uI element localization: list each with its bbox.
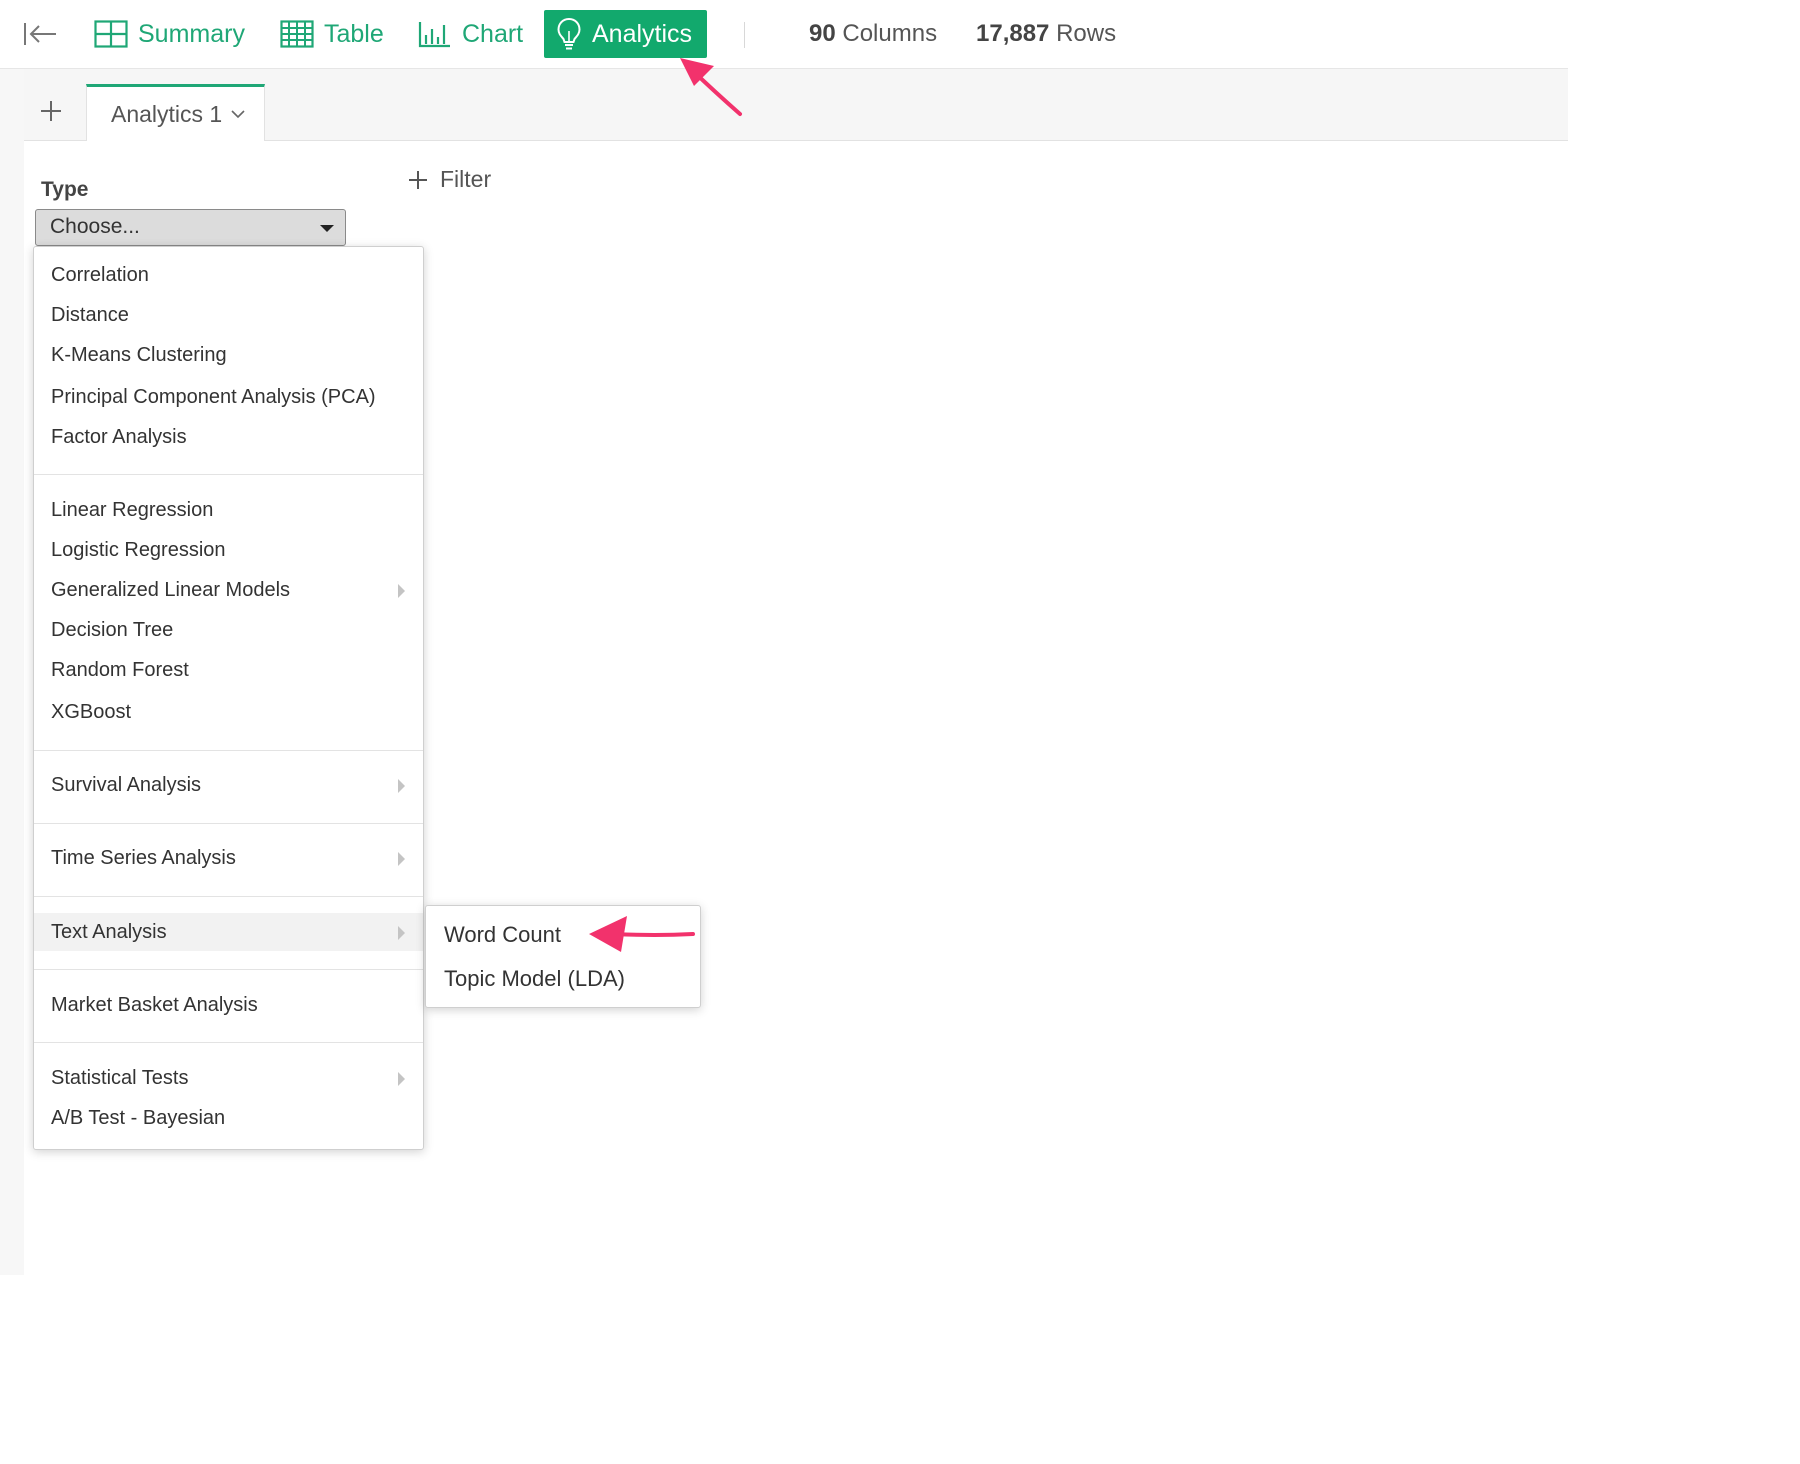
menu-item-k-means-clustering[interactable]: K-Means Clustering <box>34 336 423 374</box>
menu-item-label: Correlation <box>51 263 149 286</box>
summary-grid-icon <box>94 20 128 48</box>
menu-item-ab-test-bayesian[interactable]: A/B Test - Bayesian <box>34 1099 423 1137</box>
menu-item-label: XGBoost <box>51 700 132 723</box>
menu-item-label: Principal Component Analysis (PCA) <box>51 385 376 408</box>
filter-label: Filter <box>440 166 492 192</box>
menu-separator <box>34 896 423 897</box>
columns-count: 90 <box>809 20 836 47</box>
menu-item-text-analysis[interactable]: Text Analysis <box>34 913 423 951</box>
bar-chart-icon <box>418 22 450 48</box>
menu-separator <box>34 969 423 970</box>
menu-item-xgboost[interactable]: XGBoost <box>34 693 423 731</box>
tab-chart[interactable]: Chart <box>418 10 523 58</box>
type-dropdown-menu: Correlation Distance K-Means Clustering … <box>33 246 424 1150</box>
submenu-arrow-icon <box>398 584 405 598</box>
tab-table-label: Table <box>324 19 384 48</box>
menu-item-decision-tree[interactable]: Decision Tree <box>34 611 423 649</box>
submenu-arrow-icon <box>398 852 405 866</box>
columns-stat: 90 Columns <box>809 20 937 48</box>
menu-item-logistic-regression[interactable]: Logistic Regression <box>34 531 423 569</box>
menu-item-label: Decision Tree <box>51 618 174 641</box>
rows-count: 17,887 <box>976 20 1050 47</box>
menu-item-distance[interactable]: Distance <box>34 296 423 334</box>
menu-item-pca[interactable]: Principal Component Analysis (PCA) <box>34 378 423 416</box>
menu-item-correlation[interactable]: Correlation <box>34 256 423 294</box>
menu-item-random-forest[interactable]: Random Forest <box>34 651 423 689</box>
submenu-item-word-count[interactable]: Word Count <box>426 916 700 954</box>
tab-analytics-1[interactable]: Analytics 1 <box>86 84 265 141</box>
menu-item-label: Text Analysis <box>51 920 167 943</box>
tab-summary[interactable]: Summary <box>94 10 245 58</box>
menu-item-label: Distance <box>51 303 129 326</box>
table-icon <box>280 20 314 48</box>
menu-item-factor-analysis[interactable]: Factor Analysis <box>34 418 423 456</box>
menu-item-survival-analysis[interactable]: Survival Analysis <box>34 766 423 804</box>
text-analysis-submenu: Word Count Topic Model (LDA) <box>425 905 701 1008</box>
menu-separator <box>34 1042 423 1043</box>
left-strip <box>0 69 24 1275</box>
lightbulb-icon <box>557 17 581 50</box>
tab-analytics-1-label: Analytics 1 <box>111 100 223 127</box>
menu-item-label: Linear Regression <box>51 498 214 521</box>
menu-separator <box>34 823 423 824</box>
menu-item-time-series-analysis[interactable]: Time Series Analysis <box>34 839 423 877</box>
menu-item-label: Logistic Regression <box>51 538 226 561</box>
menu-item-label: Survival Analysis <box>51 773 202 796</box>
collapse-sidebar-icon[interactable] <box>22 20 58 48</box>
menu-item-linear-regression[interactable]: Linear Regression <box>34 491 423 529</box>
menu-item-label: Factor Analysis <box>51 425 187 448</box>
caret-down-icon <box>320 225 334 232</box>
menu-item-label: Random Forest <box>51 658 189 681</box>
top-toolbar: Summary Table Chart Analytics 90 Columns… <box>0 0 1568 69</box>
menu-item-label: K-Means Clustering <box>51 343 227 366</box>
rows-label: Rows <box>1056 20 1117 47</box>
tab-analytics[interactable]: Analytics <box>544 10 708 58</box>
toolbar-divider <box>744 22 745 48</box>
add-tab-icon[interactable] <box>38 98 64 124</box>
tab-analytics-label: Analytics <box>592 19 693 48</box>
type-select-value: Choose... <box>50 215 140 238</box>
add-filter-button[interactable]: Filter <box>408 166 491 193</box>
submenu-arrow-icon <box>398 779 405 793</box>
menu-separator <box>34 474 423 475</box>
tab-table[interactable]: Table <box>280 10 384 58</box>
submenu-item-label: Topic Model (LDA) <box>444 966 625 991</box>
tab-chart-label: Chart <box>462 19 524 48</box>
rows-stat: 17,887 Rows <box>976 20 1116 48</box>
chevron-down-icon[interactable] <box>230 108 246 120</box>
submenu-arrow-icon <box>398 1072 405 1086</box>
menu-item-glm[interactable]: Generalized Linear Models <box>34 571 423 609</box>
type-label: Type <box>41 178 89 201</box>
tab-summary-label: Summary <box>138 19 245 48</box>
type-select[interactable]: Choose... <box>35 209 346 246</box>
menu-separator <box>34 750 423 751</box>
menu-item-statistical-tests[interactable]: Statistical Tests <box>34 1059 423 1097</box>
menu-item-label: Statistical Tests <box>51 1066 189 1089</box>
submenu-arrow-icon <box>398 926 405 940</box>
menu-item-label: Market Basket Analysis <box>51 993 258 1016</box>
menu-item-market-basket-analysis[interactable]: Market Basket Analysis <box>34 986 423 1024</box>
columns-label: Columns <box>842 20 938 47</box>
plus-icon <box>409 170 427 189</box>
submenu-item-label: Word Count <box>444 922 561 947</box>
submenu-item-topic-model-lda[interactable]: Topic Model (LDA) <box>426 960 700 998</box>
menu-item-label: A/B Test - Bayesian <box>51 1106 226 1129</box>
menu-item-label: Generalized Linear Models <box>51 578 291 601</box>
menu-item-label: Time Series Analysis <box>51 846 236 869</box>
